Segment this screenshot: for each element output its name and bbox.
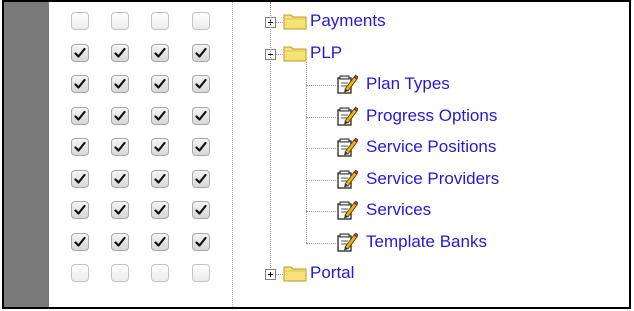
page-edit-icon <box>336 199 359 221</box>
tree-connector <box>306 148 336 149</box>
tree-page-label[interactable]: Plan Types <box>366 73 450 95</box>
tree-connector <box>306 116 336 118</box>
tree-page-label[interactable]: Template Banks <box>366 231 487 253</box>
page-edit-icon <box>336 168 359 190</box>
tree-folder-label[interactable]: Portal <box>310 262 354 284</box>
page-edit-icon <box>336 231 359 253</box>
tree-connector <box>306 179 336 181</box>
tree-page-label[interactable]: Progress Options <box>366 105 497 127</box>
tree-connector <box>306 85 336 86</box>
tree-connector <box>306 211 336 212</box>
tree-connector <box>276 22 283 23</box>
tree-connector <box>306 242 336 244</box>
permissions-tree-panel: Payments PLP Plan Types Progress Options Ser… <box>2 0 631 309</box>
menu-tree: Payments PLP Plan Types Progress Options Ser… <box>4 2 629 307</box>
tree-connector <box>276 274 283 275</box>
folder-icon <box>283 12 307 30</box>
folder-icon <box>283 264 307 282</box>
tree-page-label[interactable]: Service Positions <box>366 136 496 158</box>
page-edit-icon <box>336 136 359 158</box>
folder-icon <box>283 44 307 62</box>
expand-toggle-icon[interactable] <box>265 269 276 280</box>
tree-page-label[interactable]: Service Providers <box>366 168 499 190</box>
tree-guide-line <box>270 2 271 268</box>
tree-connector <box>276 53 283 55</box>
page-edit-icon <box>336 73 359 95</box>
page-edit-icon <box>336 105 359 127</box>
tree-page-label[interactable]: Services <box>366 199 431 221</box>
tree-folder-label[interactable]: Payments <box>310 10 386 32</box>
tree-folder-label[interactable]: PLP <box>310 42 342 64</box>
tree-guide-line <box>306 61 307 243</box>
